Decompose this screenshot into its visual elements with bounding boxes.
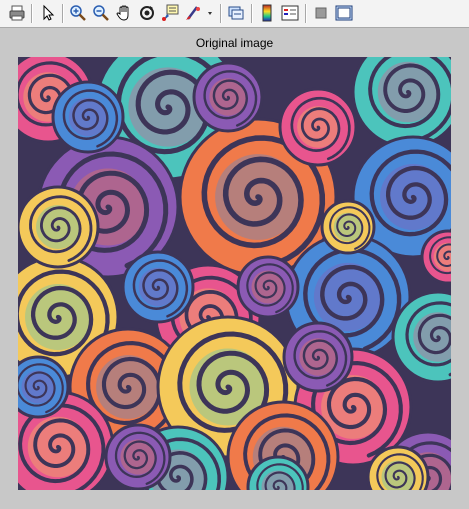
colorbar-button[interactable] <box>256 3 278 23</box>
zoom-in-button[interactable] <box>67 3 89 23</box>
link-plot-button[interactable] <box>225 3 247 23</box>
arrow-cursor-icon <box>39 4 57 22</box>
figure-toolbar <box>0 0 469 28</box>
show-plot-tools-button[interactable] <box>333 3 355 23</box>
swirl-circle <box>121 250 195 324</box>
toolbar-separator <box>305 4 307 23</box>
show-tools-icon <box>335 4 353 22</box>
link-plot-icon <box>227 4 245 22</box>
select-button[interactable] <box>37 3 59 23</box>
printer-icon <box>8 4 26 22</box>
colorbar-icon <box>258 4 276 22</box>
swirl-circle <box>351 57 451 149</box>
rotate-button[interactable] <box>136 3 158 23</box>
toolbar-separator <box>251 4 253 23</box>
swirl-circle <box>192 61 264 133</box>
hide-tools-icon <box>312 4 330 22</box>
legend-button[interactable] <box>279 3 301 23</box>
swirl-circle <box>18 185 100 269</box>
zoom-out-button[interactable] <box>90 3 112 23</box>
data-tip-icon <box>161 4 179 22</box>
toolbar-separator <box>220 4 222 23</box>
toolbar-separator <box>62 4 64 23</box>
pan-button[interactable] <box>113 3 135 23</box>
zoom-in-icon <box>69 4 87 22</box>
swirl-pattern-image <box>18 57 451 490</box>
swirl-circle <box>320 199 376 255</box>
data-cursor-button[interactable] <box>159 3 181 23</box>
print-button[interactable] <box>6 3 28 23</box>
image-axes[interactable] <box>18 57 451 490</box>
toolbar-separator <box>31 4 33 23</box>
swirl-circle <box>51 80 125 154</box>
brush-icon <box>184 4 214 22</box>
zoom-out-icon <box>92 4 110 22</box>
swirl-circle <box>236 255 300 319</box>
legend-icon <box>281 4 299 22</box>
brush-button[interactable] <box>182 3 216 23</box>
hide-plot-tools-button[interactable] <box>310 3 332 23</box>
axes-title: Original image <box>195 36 274 50</box>
swirl-circle <box>282 321 354 393</box>
swirl-circle <box>18 355 70 419</box>
swirl-circle <box>104 423 172 490</box>
rotate-3d-icon <box>138 4 156 22</box>
swirl-circle <box>278 87 358 167</box>
hand-icon <box>115 4 133 22</box>
